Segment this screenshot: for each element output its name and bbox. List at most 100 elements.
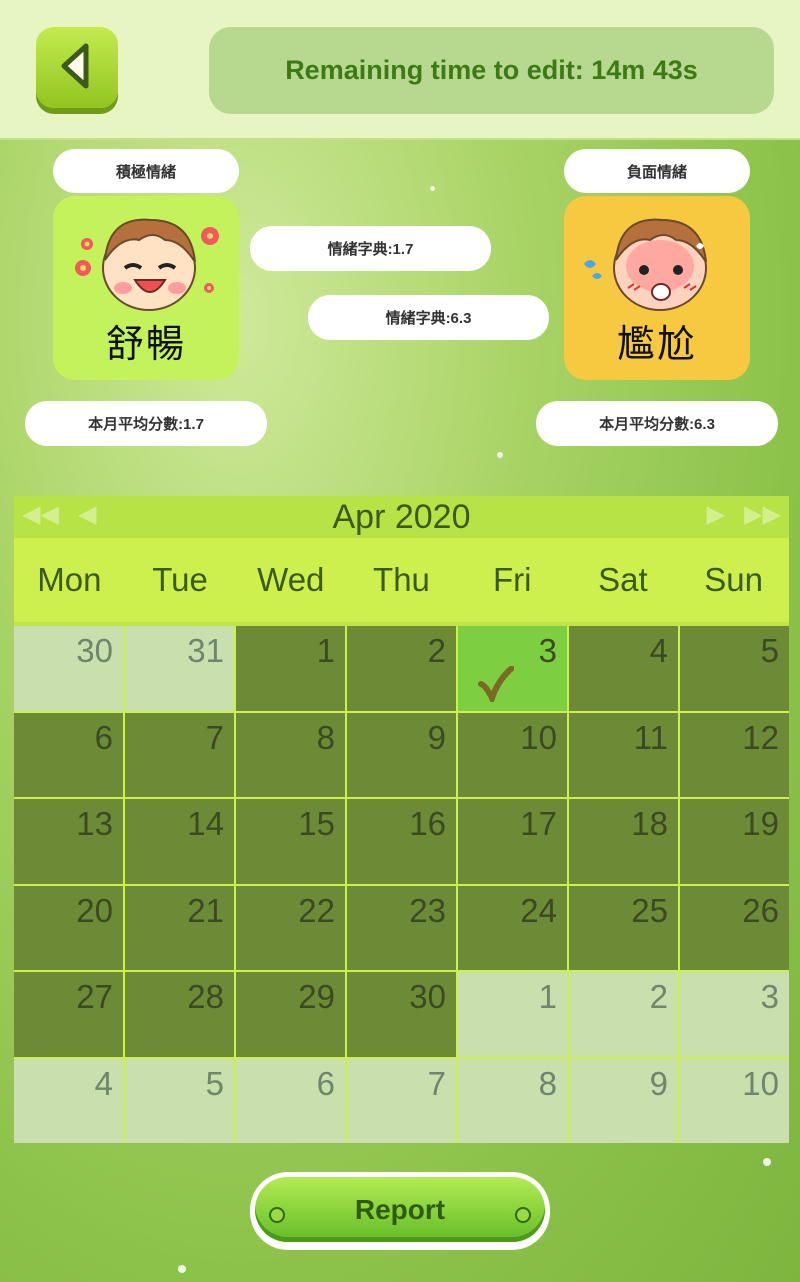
day-cell[interactable]: 15: [236, 799, 345, 884]
day-cell[interactable]: 22: [236, 885, 345, 970]
day-number: 3: [538, 632, 557, 669]
weekday-row: Mon Tue Wed Thu Fri Sat Sun: [14, 538, 789, 622]
selected-day-cell[interactable]: 3: [458, 626, 567, 711]
day-number: 22: [298, 891, 335, 929]
sparkle: [497, 452, 503, 458]
day-number: 3: [760, 978, 779, 1015]
day-number: 11: [633, 718, 668, 756]
back-button[interactable]: [36, 24, 118, 108]
day-cell[interactable]: 30: [347, 972, 456, 1057]
day-cell[interactable]: 20: [14, 885, 123, 970]
day-cell[interactable]: 10: [458, 712, 567, 797]
day-cell[interactable]: 18: [569, 799, 678, 884]
day-cell[interactable]: 12: [680, 712, 789, 797]
day-number: 14: [187, 805, 224, 842]
report-button-face: Report: [255, 1177, 545, 1242]
day-cell[interactable]: 1: [458, 972, 567, 1057]
day-cell[interactable]: 21: [125, 885, 234, 970]
day-cell[interactable]: 8: [236, 712, 345, 797]
weekday-fri: Fri: [492, 561, 532, 598]
day-cell[interactable]: 9: [569, 1058, 678, 1143]
embarrassed-face-icon: [584, 218, 707, 311]
sparkle: [430, 186, 435, 191]
day-number: 6: [316, 1064, 335, 1102]
calendar-header: ◀◀ ◀ Apr 2020 ▶ ▶▶: [14, 496, 789, 538]
day-number: 13: [76, 805, 113, 842]
day-cell[interactable]: 8: [458, 1058, 567, 1143]
day-cell[interactable]: 4: [14, 1058, 123, 1143]
day-cell[interactable]: 23: [347, 885, 456, 970]
weekday-thu: Thu: [373, 561, 430, 598]
positive-mood-label: 舒暢: [105, 322, 186, 366]
positive-emotion-card[interactable]: 舒暢: [53, 196, 239, 380]
day-number: 9: [649, 1064, 668, 1102]
day-number: 23: [409, 891, 446, 929]
day-number: 4: [649, 632, 668, 669]
day-cell[interactable]: 6: [236, 1058, 345, 1143]
day-number: 8: [316, 718, 335, 756]
top-bar: Remaining time to edit: 14m 43s: [0, 0, 800, 140]
day-number: 30: [76, 632, 113, 669]
day-number: 25: [631, 891, 668, 929]
day-number: 1: [316, 632, 335, 669]
report-button[interactable]: Report: [250, 1172, 550, 1250]
checkmark-icon: [478, 666, 514, 702]
day-cell[interactable]: 9: [347, 712, 456, 797]
happy-face-icon: [75, 218, 219, 311]
day-number: 16: [409, 805, 446, 842]
day-cell[interactable]: 17: [458, 799, 567, 884]
day-grid: 30 31 1 2 3 4 5 6 7 8 9 10 11 12 13 14 1…: [14, 622, 789, 1143]
day-cell[interactable]: 3: [680, 972, 789, 1057]
day-number: 29: [298, 978, 335, 1015]
next-year-button[interactable]: ▶▶: [744, 500, 781, 529]
day-number: 15: [298, 805, 335, 842]
day-number: 7: [205, 718, 224, 756]
day-cell[interactable]: 14: [125, 799, 234, 884]
day-number: 7: [427, 1064, 446, 1102]
weekday-mon: Mon: [37, 561, 102, 598]
day-cell[interactable]: 4: [569, 626, 678, 711]
prev-month-button[interactable]: ◀: [78, 500, 96, 529]
day-cell[interactable]: 31: [125, 626, 234, 711]
day-cell[interactable]: 7: [125, 712, 234, 797]
weekday-sat: Sat: [598, 561, 648, 598]
day-cell[interactable]: 2: [569, 972, 678, 1057]
day-cell[interactable]: 5: [680, 626, 789, 711]
day-number: 20: [76, 891, 113, 929]
weekday-tue: Tue: [152, 561, 208, 598]
weekday-wed: Wed: [257, 561, 325, 598]
day-cell[interactable]: 6: [14, 712, 123, 797]
negative-category-label: 負面情緒: [564, 149, 750, 193]
day-cell[interactable]: 28: [125, 972, 234, 1057]
day-cell[interactable]: 26: [680, 885, 789, 970]
remaining-time-banner: Remaining time to edit: 14m 43s: [209, 27, 774, 114]
day-cell[interactable]: 11: [569, 712, 678, 797]
day-number: 2: [427, 632, 446, 669]
next-month-button[interactable]: ▶: [707, 500, 725, 529]
prev-year-button[interactable]: ◀◀: [22, 500, 59, 529]
day-cell[interactable]: 27: [14, 972, 123, 1057]
negative-mood-label: 尷尬: [616, 322, 697, 366]
sparkle: [763, 1158, 771, 1166]
day-cell[interactable]: 24: [458, 885, 567, 970]
day-number: 31: [187, 632, 224, 669]
day-cell[interactable]: 16: [347, 799, 456, 884]
day-cell[interactable]: 10: [680, 1058, 789, 1143]
negative-emotion-card[interactable]: 尷尬: [564, 196, 750, 380]
month-label: Apr 2020: [332, 497, 471, 536]
day-cell[interactable]: 5: [125, 1058, 234, 1143]
button-rivet-icon: [269, 1207, 285, 1223]
day-cell[interactable]: 19: [680, 799, 789, 884]
day-cell[interactable]: 25: [569, 885, 678, 970]
day-cell[interactable]: 7: [347, 1058, 456, 1143]
day-number: 10: [742, 1064, 779, 1102]
day-number: 10: [520, 718, 557, 756]
day-cell[interactable]: 13: [14, 799, 123, 884]
day-cell[interactable]: 30: [14, 626, 123, 711]
negative-monthly-average: 本月平均分數:6.3: [536, 401, 778, 446]
day-cell[interactable]: 1: [236, 626, 345, 711]
day-number: 12: [742, 718, 779, 756]
day-cell[interactable]: 2: [347, 626, 456, 711]
positive-dictionary-score: 情緒字典:1.7: [250, 226, 491, 271]
day-cell[interactable]: 29: [236, 972, 345, 1057]
